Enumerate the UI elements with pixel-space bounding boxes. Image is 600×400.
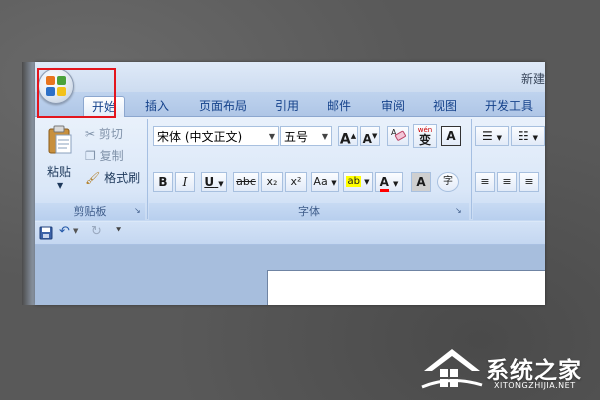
font-size-value: 五号	[284, 130, 309, 144]
tab-developer[interactable]: 开发工具	[479, 96, 539, 116]
document-page[interactable]	[267, 270, 545, 305]
phonetic-guide-button[interactable]: wén 变	[413, 124, 437, 148]
site-watermark: 系统之家 XITONGZHIJIA.NET	[420, 345, 596, 393]
shrink-font-button[interactable]: A▼	[360, 126, 380, 146]
font-size-combo[interactable]: 五号 ▼	[280, 126, 332, 146]
bullet-list-icon: ☰	[482, 129, 493, 143]
change-case-icon: Aa	[313, 175, 328, 188]
save-icon[interactable]	[39, 226, 53, 240]
chevron-down-icon: ▼	[532, 134, 538, 142]
watermark-url: XITONGZHIJIA.NET	[494, 381, 576, 390]
superscript-button[interactable]: x²	[285, 172, 307, 192]
chevron-down-icon[interactable]: ▼	[73, 227, 78, 235]
underline-icon: U	[204, 175, 215, 189]
subscript-icon: x₂	[266, 175, 278, 188]
superscript-icon: x²	[290, 175, 302, 188]
tab-references[interactable]: 引用	[267, 96, 307, 116]
cut-label: 剪切	[98, 127, 123, 141]
dialog-launcher-icon[interactable]: ↘	[455, 206, 462, 215]
highlighter-icon: ab	[346, 176, 361, 187]
brush-icon: 🖌	[85, 171, 101, 185]
font-color-icon: A	[379, 175, 389, 192]
copy-icon: ❐	[85, 149, 96, 163]
eraser-icon: A	[391, 128, 406, 141]
clipboard-group-label: 剪贴板	[35, 203, 145, 220]
tab-page-layout[interactable]: 页面布局	[193, 96, 253, 116]
numbering-button[interactable]: ☷ ▼	[511, 126, 545, 146]
highlight-button[interactable]: ab ▼	[343, 172, 373, 192]
quick-access-toolbar: ↶ ▼ ↻ ⯆	[35, 222, 545, 245]
align-right-button[interactable]: ≡	[519, 172, 539, 192]
paste-dropdown-icon: ▼	[57, 181, 64, 190]
grow-font-icon: A	[339, 131, 351, 148]
tab-review[interactable]: 审阅	[373, 96, 413, 116]
chevron-down-icon: ▼	[268, 132, 275, 141]
tab-insert[interactable]: 插入	[137, 96, 177, 116]
paragraph-group-label	[473, 203, 545, 220]
character-border-button[interactable]: A	[441, 126, 461, 146]
bold-button[interactable]: B	[153, 172, 173, 192]
chevron-down-icon: ▼	[331, 179, 337, 187]
bold-icon: B	[158, 175, 168, 189]
enclose-characters-button[interactable]: 字	[437, 172, 459, 192]
font-name-combo[interactable]: 宋体 (中文正文) ▼	[153, 126, 279, 146]
scissors-icon: ✂	[85, 127, 96, 141]
font-color-button[interactable]: A ▼	[375, 172, 403, 192]
chevron-down-icon: ▼	[218, 180, 224, 188]
chevron-down-icon: ▼	[393, 180, 399, 188]
tab-view[interactable]: 视图	[425, 96, 465, 116]
customize-toolbar-icon[interactable]: ⯆	[115, 226, 122, 236]
shrink-font-icon: A	[362, 132, 372, 146]
font-name-value: 宋体 (中文正文)	[157, 130, 243, 144]
align-center-button[interactable]: ≡	[497, 172, 517, 192]
redo-icon[interactable]: ↻	[91, 224, 102, 239]
character-shading-icon: A	[416, 175, 426, 189]
watermark-brand: 系统之家	[486, 358, 582, 384]
group-separator	[471, 119, 472, 219]
phonetic-guide-icon: 变	[418, 133, 431, 147]
copy-button[interactable]: ❐ 复制	[85, 147, 124, 165]
align-right-icon: ≡	[524, 175, 534, 188]
document-area	[35, 245, 545, 305]
window-edge-shadow	[22, 62, 36, 305]
subscript-button[interactable]: x₂	[261, 172, 283, 192]
paste-label: 粘贴	[47, 165, 72, 179]
ribbon-home: 粘贴 ▼ ✂ 剪切 ❐ 复制 🖌 格式刷 剪贴板 ↘ 宋体 (中文正文) ▼ 五…	[35, 117, 545, 221]
dialog-launcher-icon[interactable]: ↘	[134, 206, 141, 215]
chevron-down-icon: ▼	[364, 178, 370, 186]
paste-icon	[48, 125, 72, 154]
numbered-list-icon: ☷	[518, 129, 529, 143]
font-group-label: 字体	[149, 203, 469, 220]
group-separator	[147, 119, 148, 219]
clear-format-button[interactable]: A	[387, 126, 409, 146]
align-left-icon: ≡	[480, 175, 490, 188]
paste-button[interactable]: 粘贴 ▼	[45, 123, 75, 195]
format-painter-label: 格式刷	[104, 171, 141, 185]
align-center-icon: ≡	[502, 175, 512, 188]
align-left-button[interactable]: ≡	[475, 172, 495, 192]
change-case-button[interactable]: Aa ▼	[311, 172, 339, 192]
chevron-down-icon: ▼	[321, 132, 328, 141]
underline-button[interactable]: U ▼	[201, 172, 227, 192]
enclose-characters-icon: 字	[443, 176, 453, 187]
window-title: 新建	[520, 72, 545, 86]
house-logo-icon	[421, 349, 483, 389]
tab-mailings[interactable]: 邮件	[319, 96, 359, 116]
italic-button[interactable]: I	[175, 172, 195, 192]
italic-icon: I	[182, 175, 188, 189]
strikethrough-icon: abc	[236, 175, 256, 188]
copy-label: 复制	[99, 149, 124, 163]
character-border-icon: A	[446, 129, 456, 143]
cut-button[interactable]: ✂ 剪切	[85, 125, 123, 143]
highlight-annotation-box	[37, 68, 116, 118]
grow-font-button[interactable]: A▲	[338, 126, 358, 148]
strikethrough-button[interactable]: abc	[233, 172, 259, 192]
bullets-button[interactable]: ☰ ▼	[475, 126, 509, 146]
format-painter-button[interactable]: 🖌 格式刷	[85, 169, 140, 187]
chevron-down-icon: ▼	[496, 134, 502, 142]
undo-icon[interactable]: ↶	[59, 224, 70, 239]
character-shading-button[interactable]: A	[411, 172, 431, 192]
